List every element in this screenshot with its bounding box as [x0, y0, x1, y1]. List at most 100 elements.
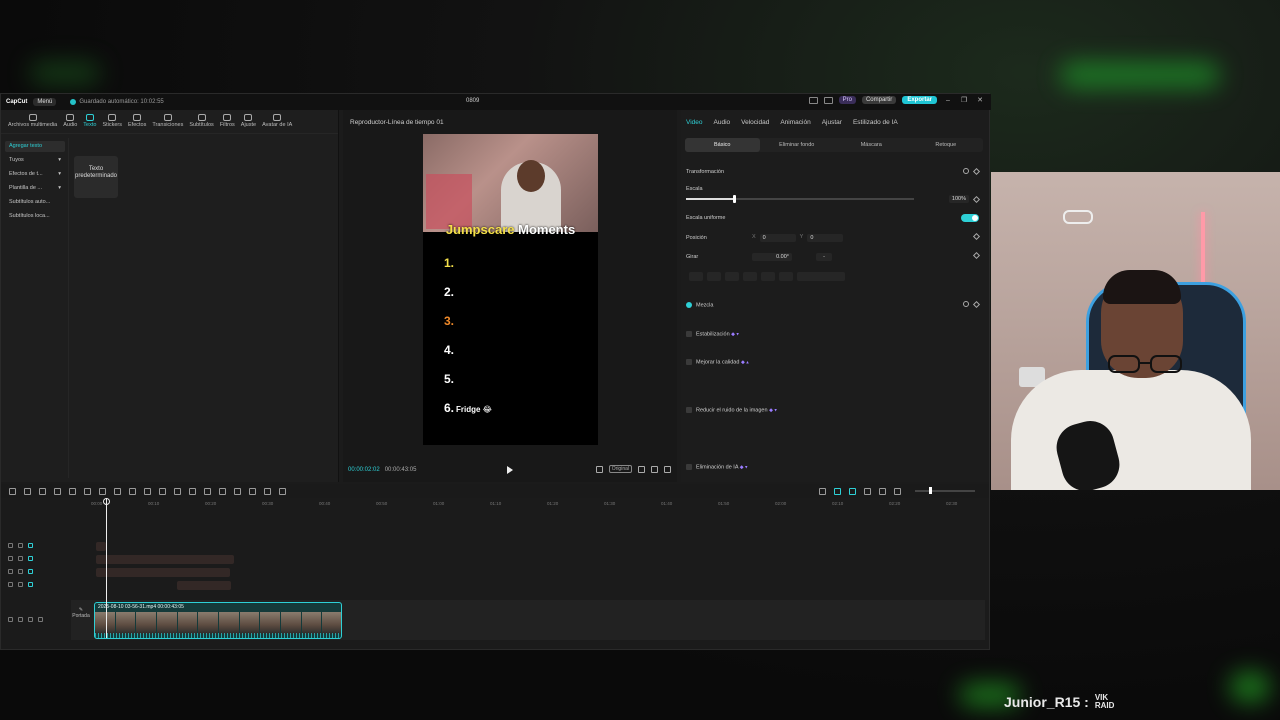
- enhance-row[interactable]: Mejorar la calidad ◆ ▴: [686, 358, 982, 368]
- focus-icon[interactable]: [638, 465, 645, 473]
- scale-slider[interactable]: [686, 195, 914, 203]
- undo-icon[interactable]: [39, 487, 46, 495]
- reverse-icon[interactable]: [189, 487, 196, 495]
- pro-button[interactable]: Pro: [838, 96, 856, 104]
- maximize-icon[interactable]: ❐: [959, 96, 969, 104]
- align-right-icon[interactable]: [725, 272, 739, 281]
- export-button[interactable]: Exportar: [902, 96, 937, 104]
- eye-icon[interactable]: [28, 543, 33, 548]
- ai-remove-row[interactable]: Eliminación de IA ◆ ▾: [686, 463, 982, 473]
- add-track-icon[interactable]: [9, 487, 16, 495]
- lock-icon[interactable]: [18, 569, 23, 574]
- audio-mute-icon[interactable]: [38, 617, 43, 622]
- timeline-clip[interactable]: [96, 555, 234, 564]
- tab-video[interactable]: Video: [686, 119, 703, 130]
- minimize-icon[interactable]: –: [943, 97, 953, 104]
- effect-icon[interactable]: [279, 487, 286, 495]
- caption-icon[interactable]: [249, 487, 256, 495]
- tab-speed[interactable]: Velocidad: [741, 119, 769, 130]
- link-icon[interactable]: [834, 487, 841, 495]
- denoise-checkbox[interactable]: [686, 407, 692, 413]
- stabilize-row[interactable]: Estabilización ◆ ▾: [686, 330, 982, 340]
- blend-row[interactable]: Mezcla: [686, 300, 982, 311]
- sidebar-item-add-text[interactable]: Agregar texto: [5, 141, 65, 152]
- mirror-icon[interactable]: [204, 487, 211, 495]
- rotate-input[interactable]: 0.00°: [752, 253, 792, 261]
- cover-button[interactable]: ✎ Portada: [71, 607, 91, 619]
- ai-tool-icon[interactable]: [159, 487, 166, 495]
- tab-basic[interactable]: Básico: [685, 138, 760, 152]
- tool-stickers[interactable]: Stickers: [99, 114, 125, 133]
- default-text-card[interactable]: Texto predeterminado: [74, 156, 118, 198]
- crop-icon[interactable]: [144, 487, 151, 495]
- eye-icon[interactable]: [28, 556, 33, 561]
- align-top-icon[interactable]: [743, 272, 757, 281]
- align-left-icon[interactable]: [689, 272, 703, 281]
- align-center-icon[interactable]: [707, 272, 721, 281]
- share-button[interactable]: Compartir: [861, 96, 897, 104]
- keyframe-icon[interactable]: [972, 195, 981, 203]
- align-extra[interactable]: [797, 272, 845, 281]
- marker-icon[interactable]: [129, 487, 136, 495]
- align-bottom-icon[interactable]: [779, 272, 793, 281]
- play-icon[interactable]: [507, 466, 513, 474]
- redo-icon[interactable]: [54, 487, 61, 495]
- tab-audio[interactable]: Audio: [714, 119, 731, 130]
- video-preview[interactable]: Jumpscare Moments 1. 2. 3. 4. 5. 6. Fridg…: [423, 134, 598, 445]
- denoise-row[interactable]: Reducir el ruido de la imagen ◆ ▾: [686, 406, 982, 416]
- align-middle-icon[interactable]: [761, 272, 775, 281]
- tab-animation[interactable]: Animación: [780, 119, 810, 130]
- tab-adjust[interactable]: Ajustar: [822, 119, 842, 130]
- ratio-button[interactable]: Original: [608, 465, 632, 473]
- main-video-clip[interactable]: 2025-08-10 03-56-31.mp4 00:00:43:05: [94, 602, 342, 639]
- tool-audio[interactable]: Audio: [60, 114, 80, 133]
- pos-x-input[interactable]: 0: [759, 234, 796, 242]
- magnet-icon[interactable]: [849, 487, 856, 495]
- tool-adjust[interactable]: Ajuste: [238, 114, 259, 133]
- reset-icon[interactable]: [963, 168, 969, 174]
- shortcut-icon[interactable]: [823, 96, 833, 104]
- pos-y-input[interactable]: 0: [807, 234, 844, 242]
- keyframe-icon[interactable]: [972, 251, 981, 260]
- timeline-ruler[interactable]: 00:00 00:10 00:20 00:30 00:40 00:50 01:0…: [71, 500, 989, 510]
- sidebar-item-yours[interactable]: Tuyos ▾: [5, 155, 65, 166]
- snap-icon[interactable]: [879, 487, 886, 495]
- select-tool-icon[interactable]: [24, 487, 31, 495]
- trim-right-icon[interactable]: [99, 487, 106, 495]
- split-icon[interactable]: [69, 487, 76, 495]
- screen-icon[interactable]: [264, 487, 271, 495]
- magic-icon[interactable]: [234, 487, 241, 495]
- layout-icon[interactable]: [808, 96, 818, 104]
- keyframe-icon[interactable]: [972, 300, 981, 308]
- enhance-checkbox[interactable]: [686, 359, 692, 365]
- tab-retouch[interactable]: Retoque: [909, 138, 984, 152]
- stabilize-checkbox[interactable]: [686, 331, 692, 337]
- uniform-scale-toggle[interactable]: [961, 214, 979, 222]
- reset-icon[interactable]: [963, 301, 969, 307]
- menu-button[interactable]: Menú: [33, 98, 57, 106]
- sidebar-item-auto-captions[interactable]: Subtítulos auto...: [5, 197, 65, 208]
- eye-icon[interactable]: [28, 569, 33, 574]
- timeline-clip[interactable]: [96, 542, 106, 551]
- tab-ai-style[interactable]: Estilizado de IA: [853, 119, 898, 130]
- lock-icon[interactable]: [18, 617, 23, 622]
- lock-icon[interactable]: [18, 556, 23, 561]
- project-name[interactable]: 0809: [466, 98, 479, 104]
- playhead[interactable]: [106, 498, 107, 638]
- microphone-icon[interactable]: [819, 487, 826, 495]
- tool-transitions[interactable]: Transiciones: [149, 114, 186, 133]
- blend-checkbox[interactable]: [686, 302, 692, 308]
- freeze-icon[interactable]: [174, 487, 181, 495]
- zoom-knob[interactable]: [929, 487, 932, 494]
- rotate-dial[interactable]: -: [816, 253, 832, 261]
- rotate-icon[interactable]: [219, 487, 226, 495]
- aspect-icon[interactable]: [651, 465, 658, 473]
- tool-text[interactable]: Texto: [80, 114, 99, 133]
- sidebar-item-templates[interactable]: Plantilla de ... ▾: [5, 183, 65, 194]
- scale-slider-knob[interactable]: [733, 195, 736, 203]
- delete-icon[interactable]: [114, 487, 121, 495]
- zoom-out-icon[interactable]: [894, 487, 901, 495]
- close-icon[interactable]: ✕: [975, 96, 985, 104]
- tool-subtitles[interactable]: Subtítulos: [186, 114, 216, 133]
- keyframe-icon[interactable]: [972, 167, 981, 175]
